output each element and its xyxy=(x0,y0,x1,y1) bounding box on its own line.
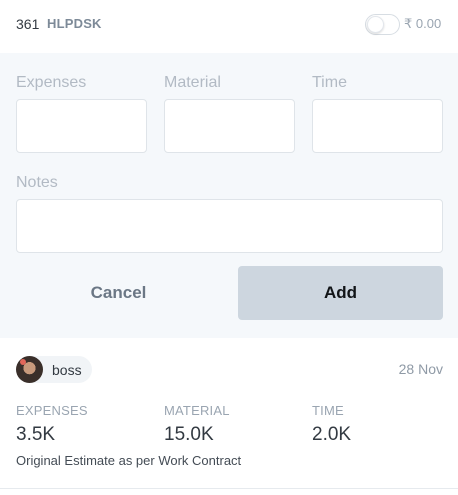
avatar xyxy=(16,356,43,383)
time-input[interactable] xyxy=(312,99,443,153)
material-input[interactable] xyxy=(164,99,295,153)
amount-value: ₹ 0.00 xyxy=(404,16,442,31)
expenses-stat-label: EXPENSES xyxy=(16,403,88,418)
time-label: Time xyxy=(312,74,347,91)
material-stat-label: MATERIAL xyxy=(164,403,230,418)
material-label: Material xyxy=(164,74,221,91)
ticket-detail-panel: 361 HLPDSK ₹ 0.00 Expenses Material Time… xyxy=(0,0,458,495)
material-stat-value: 15.0K xyxy=(164,424,214,445)
entry-note: Original Estimate as per Work Contract xyxy=(16,453,242,468)
notes-label: Notes xyxy=(16,174,58,191)
entry-date: 28 Nov xyxy=(398,361,443,377)
add-button[interactable]: Add xyxy=(238,266,443,320)
ticket-header: 361 HLPDSK ₹ 0.00 xyxy=(0,0,458,52)
user-name: boss xyxy=(52,361,82,378)
expenses-stat-value: 3.5K xyxy=(16,424,56,445)
time-entry-card: boss 28 Nov EXPENSES MATERIAL TIME 3.5K … xyxy=(0,338,458,490)
status-dot-icon xyxy=(20,359,26,365)
user-chip[interactable]: boss xyxy=(16,356,92,383)
billable-toggle[interactable] xyxy=(365,14,400,35)
add-entry-form: Expenses Material Time Notes Cancel Add xyxy=(0,53,458,338)
notes-input[interactable] xyxy=(16,199,443,253)
cancel-button[interactable]: Cancel xyxy=(16,266,221,319)
expenses-label: Expenses xyxy=(16,74,87,91)
time-stat-label: TIME xyxy=(312,403,344,418)
expenses-input[interactable] xyxy=(16,99,147,153)
ticket-number: 361 xyxy=(16,16,40,32)
divider xyxy=(0,488,458,489)
ticket-code: HLPDSK xyxy=(47,16,102,31)
toggle-knob xyxy=(367,16,384,33)
time-stat-value: 2.0K xyxy=(312,424,352,445)
